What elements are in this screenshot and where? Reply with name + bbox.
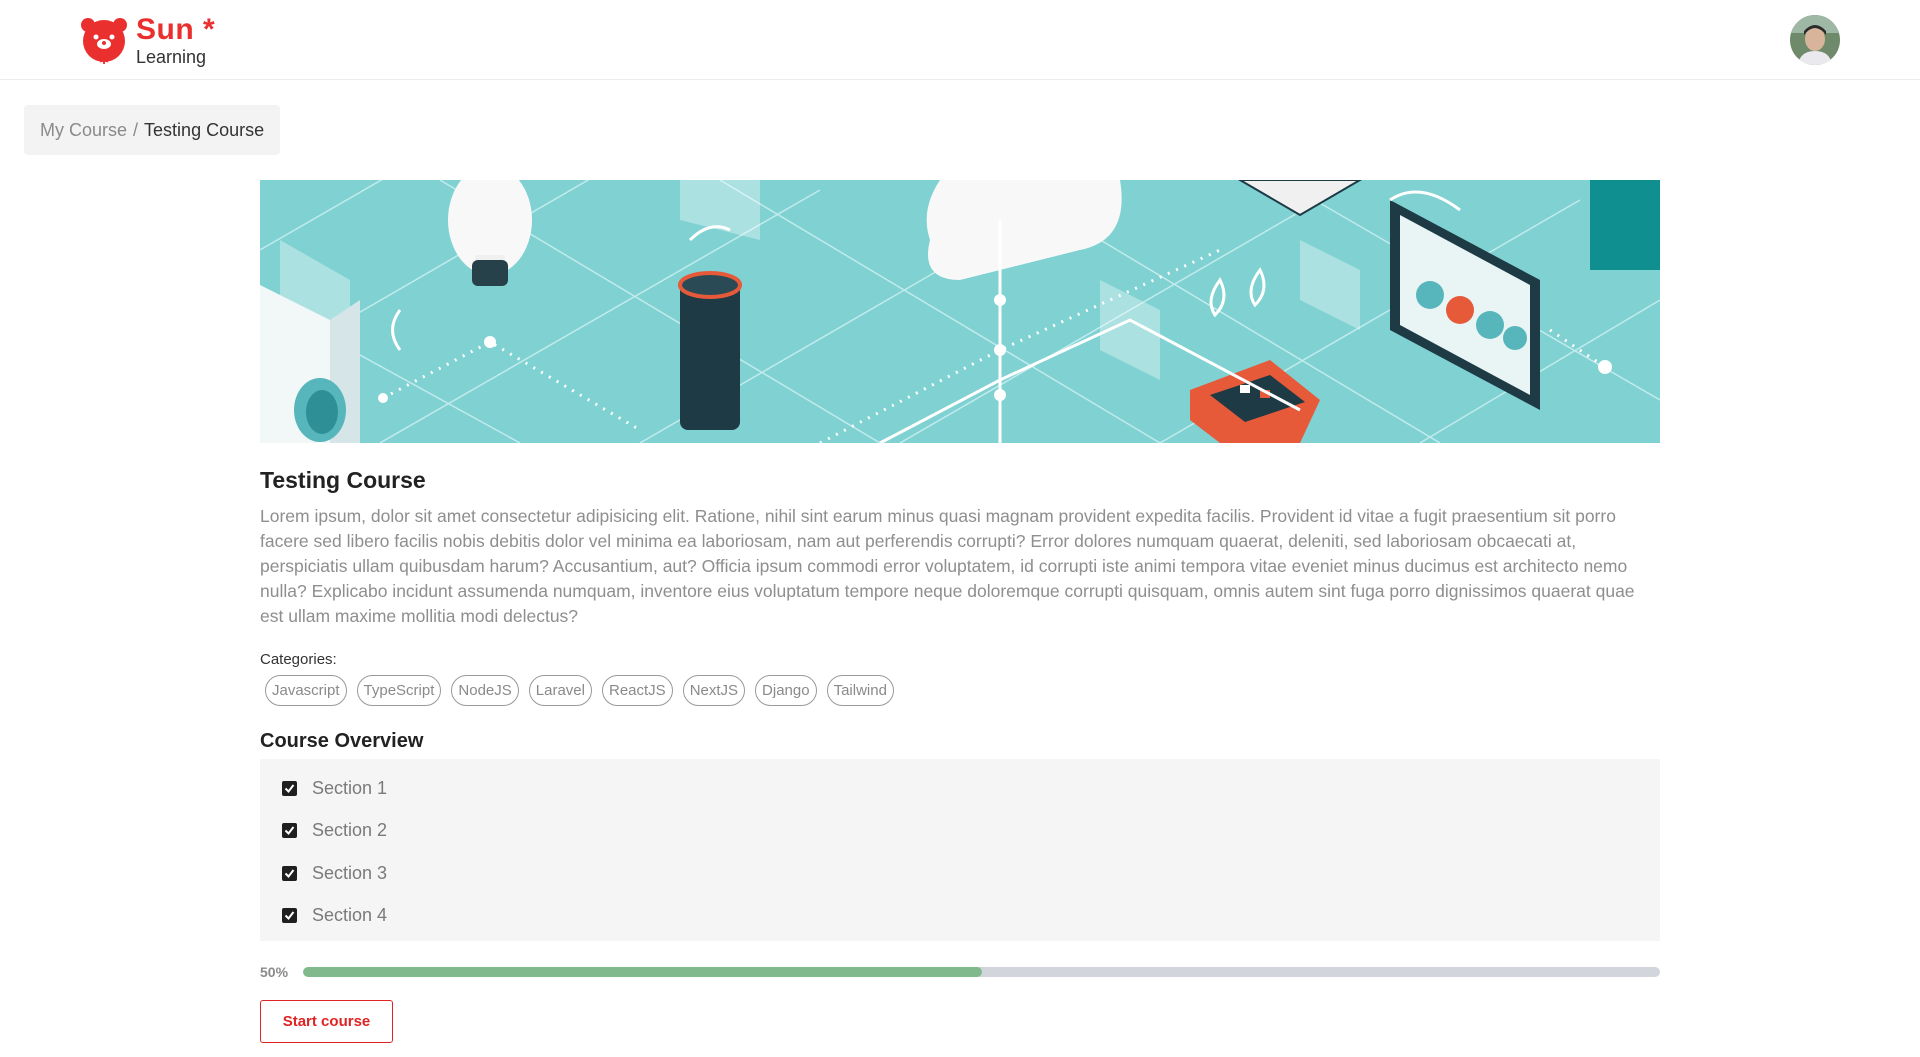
progress-fill [303,967,982,977]
course-banner-image [260,180,1660,443]
progress-track [303,967,1660,977]
category-tag[interactable]: Javascript [265,675,347,706]
section-item[interactable]: Section 2 [260,810,1660,853]
top-header: ✱ Sun * Learning [0,0,1920,80]
breadcrumb-separator: / [133,119,139,140]
start-course-button[interactable]: Start course [260,1000,393,1043]
avatar-photo-icon [1790,15,1840,65]
category-tag[interactable]: NodeJS [451,675,519,706]
section-item[interactable]: Section 4 [260,895,1660,938]
checked-checkbox-icon[interactable] [282,780,297,796]
bear-logo-icon: ✱ [81,18,127,66]
section-label: Section 1 [312,777,388,798]
user-avatar[interactable] [1790,15,1840,65]
category-tag[interactable]: Tailwind [826,675,894,706]
checked-checkbox-icon[interactable] [282,823,297,839]
breadcrumb-current: Testing Course [144,119,265,140]
category-tag[interactable]: TypeScript [356,675,442,706]
course-overview-title: Course Overview [260,730,424,752]
course-description: Lorem ipsum, dolor sit amet consectetur … [260,506,1635,626]
category-tag[interactable]: Django [755,675,817,706]
category-tag[interactable]: NextJS [682,675,746,706]
brand-subtitle: Learning [136,46,207,67]
course-progress: 50% [260,964,1660,980]
section-list: Section 1 Section 2 Section 3 Section 4 [260,759,1660,941]
checked-checkbox-icon[interactable] [282,865,297,881]
category-tags: Javascript TypeScript NodeJS Laravel Rea… [260,675,1660,706]
brand-name: Sun * [136,12,216,46]
category-tag[interactable]: ReactJS [601,675,673,706]
categories-label: Categories: [260,651,337,668]
breadcrumb-my-course[interactable]: My Course [40,120,127,141]
section-item[interactable]: Section 3 [260,852,1660,895]
section-label: Section 4 [312,905,388,926]
section-item[interactable]: Section 1 [260,767,1660,810]
section-label: Section 3 [312,862,388,883]
course-title: Testing Course [260,467,426,493]
progress-percent: 50% [260,964,289,980]
checked-checkbox-icon[interactable] [282,908,297,924]
sun-learning-logo[interactable]: ✱ Sun * Learning [78,14,215,66]
svg-text:✱: ✱ [99,53,109,66]
section-label: Section 2 [312,820,388,841]
course-detail: Testing Course Lorem ipsum, dolor sit am… [260,180,1660,1043]
category-tag[interactable]: Laravel [528,675,592,706]
breadcrumb: My Course / Testing Course [24,105,281,155]
